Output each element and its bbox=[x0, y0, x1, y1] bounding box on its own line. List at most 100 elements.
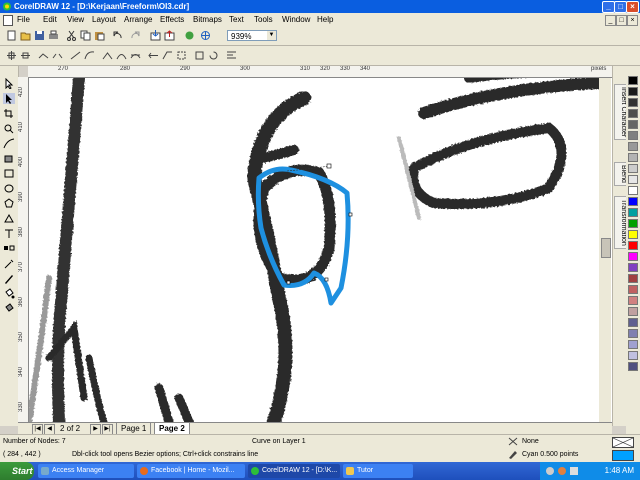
smooth-node-icon[interactable] bbox=[116, 50, 127, 61]
open-folder-icon[interactable] bbox=[20, 30, 31, 41]
application-launcher-icon[interactable] bbox=[184, 30, 195, 41]
save-icon[interactable] bbox=[34, 30, 45, 41]
palette-swatch[interactable] bbox=[628, 362, 638, 371]
palette-swatch[interactable] bbox=[628, 175, 638, 184]
palette-swatch[interactable] bbox=[628, 142, 638, 151]
task-access-manager[interactable]: Access Manager bbox=[38, 464, 134, 478]
palette-swatch[interactable] bbox=[628, 263, 638, 272]
palette-swatch[interactable] bbox=[628, 230, 638, 239]
task-firefox-facebook[interactable]: Facebook | Home - Mozil... bbox=[137, 464, 245, 478]
stretch-nodes-icon[interactable] bbox=[194, 50, 205, 61]
close-button[interactable]: × bbox=[626, 1, 639, 13]
delete-node-icon[interactable] bbox=[20, 50, 31, 61]
speaker-icon[interactable] bbox=[570, 467, 578, 475]
palette-swatch[interactable] bbox=[628, 208, 638, 217]
tray-icon[interactable] bbox=[558, 467, 566, 475]
palette-swatch[interactable] bbox=[628, 153, 638, 162]
palette-swatch[interactable] bbox=[628, 164, 638, 173]
print-icon[interactable] bbox=[48, 30, 59, 41]
palette-swatch[interactable] bbox=[628, 219, 638, 228]
fill-tool-icon[interactable] bbox=[3, 288, 15, 299]
palette-swatch[interactable] bbox=[628, 351, 638, 360]
node-handle[interactable] bbox=[324, 277, 329, 282]
node-handle[interactable] bbox=[348, 212, 353, 217]
vertical-scrollbar[interactable] bbox=[599, 78, 611, 422]
palette-swatch[interactable] bbox=[628, 252, 638, 261]
interactive-blend-tool-icon[interactable] bbox=[3, 243, 15, 254]
palette-swatch[interactable] bbox=[628, 197, 638, 206]
to-line-icon[interactable] bbox=[70, 50, 81, 61]
task-coreldraw[interactable]: CorelDRAW 12 - [D:\K... bbox=[248, 464, 340, 478]
eyedropper-tool-icon[interactable] bbox=[3, 258, 15, 269]
palette-swatch[interactable] bbox=[628, 120, 638, 129]
vertical-ruler[interactable]: 420 410 400 390 380 370 360 350 340 330 bbox=[18, 77, 29, 422]
zoom-level-select[interactable]: 939% ▼ bbox=[227, 30, 277, 41]
crop-tool-icon[interactable] bbox=[3, 108, 15, 119]
text-tool-icon[interactable] bbox=[3, 228, 15, 239]
pick-tool-icon[interactable] bbox=[3, 78, 15, 89]
rotate-nodes-icon[interactable] bbox=[208, 50, 219, 61]
menu-layout[interactable]: Layout bbox=[92, 15, 116, 24]
copy-icon[interactable] bbox=[80, 30, 91, 41]
menu-window[interactable]: Window bbox=[282, 15, 310, 24]
cut-icon[interactable] bbox=[66, 30, 77, 41]
scrollbar-thumb[interactable] bbox=[601, 238, 611, 258]
chevron-down-icon[interactable]: ▼ bbox=[267, 31, 276, 40]
rectangle-tool-icon[interactable] bbox=[3, 168, 15, 179]
extract-subpath-icon[interactable] bbox=[176, 50, 187, 61]
paste-icon[interactable] bbox=[94, 30, 105, 41]
break-curve-icon[interactable] bbox=[52, 50, 63, 61]
doc-restore-button[interactable]: □ bbox=[616, 15, 627, 26]
to-curve-icon[interactable] bbox=[84, 50, 95, 61]
doc-minimize-button[interactable]: _ bbox=[605, 15, 616, 26]
corel-online-icon[interactable] bbox=[200, 30, 211, 41]
task-tutor-folder[interactable]: Tutor bbox=[343, 464, 413, 478]
join-nodes-icon[interactable] bbox=[38, 50, 49, 61]
palette-swatch[interactable] bbox=[628, 274, 638, 283]
reverse-direction-icon[interactable] bbox=[148, 50, 159, 61]
shape-tool-icon[interactable] bbox=[3, 93, 15, 104]
document-icon[interactable] bbox=[3, 15, 13, 26]
menu-effects[interactable]: Effects bbox=[160, 15, 184, 24]
tray-icon[interactable] bbox=[546, 467, 554, 475]
extend-curve-icon[interactable] bbox=[162, 50, 173, 61]
menu-arrange[interactable]: Arrange bbox=[124, 15, 152, 24]
doc-close-button[interactable]: × bbox=[627, 15, 638, 26]
add-node-icon[interactable] bbox=[6, 50, 17, 61]
menu-file[interactable]: File bbox=[17, 15, 30, 24]
smart-fill-tool-icon[interactable] bbox=[3, 153, 15, 164]
menu-text[interactable]: Text bbox=[229, 15, 244, 24]
palette-swatch[interactable] bbox=[628, 109, 638, 118]
menu-bitmaps[interactable]: Bitmaps bbox=[193, 15, 222, 24]
menu-edit[interactable]: Edit bbox=[43, 15, 57, 24]
export-icon[interactable] bbox=[164, 30, 175, 41]
drawing-canvas[interactable] bbox=[29, 78, 612, 422]
menu-view[interactable]: View bbox=[67, 15, 84, 24]
palette-swatch[interactable] bbox=[628, 329, 638, 338]
ellipse-tool-icon[interactable] bbox=[3, 183, 15, 194]
palette-swatch[interactable] bbox=[628, 131, 638, 140]
palette-swatch[interactable] bbox=[628, 318, 638, 327]
menu-help[interactable]: Help bbox=[317, 15, 333, 24]
horizontal-ruler[interactable]: 270 280 290 300 310 320 330 340 pixels bbox=[28, 66, 612, 78]
palette-swatch[interactable] bbox=[628, 98, 638, 107]
cusp-node-icon[interactable] bbox=[102, 50, 113, 61]
zoom-tool-icon[interactable] bbox=[3, 123, 15, 134]
start-button[interactable]: Start bbox=[0, 462, 34, 480]
outline-swatch[interactable] bbox=[612, 450, 634, 461]
import-icon[interactable] bbox=[150, 30, 161, 41]
redo-icon[interactable] bbox=[130, 30, 141, 41]
align-nodes-icon[interactable] bbox=[226, 50, 237, 61]
interactive-fill-tool-icon[interactable] bbox=[3, 303, 15, 314]
outline-tool-icon[interactable] bbox=[3, 273, 15, 284]
new-document-icon[interactable] bbox=[6, 30, 17, 41]
polygon-tool-icon[interactable] bbox=[3, 198, 15, 209]
palette-swatch[interactable] bbox=[628, 241, 638, 250]
fill-swatch[interactable] bbox=[612, 437, 634, 448]
node-handle[interactable] bbox=[286, 280, 291, 285]
palette-swatch[interactable] bbox=[628, 340, 638, 349]
palette-swatch[interactable] bbox=[628, 186, 638, 195]
undo-icon[interactable] bbox=[112, 30, 123, 41]
symmetrical-node-icon[interactable] bbox=[130, 50, 141, 61]
palette-swatch[interactable] bbox=[628, 307, 638, 316]
